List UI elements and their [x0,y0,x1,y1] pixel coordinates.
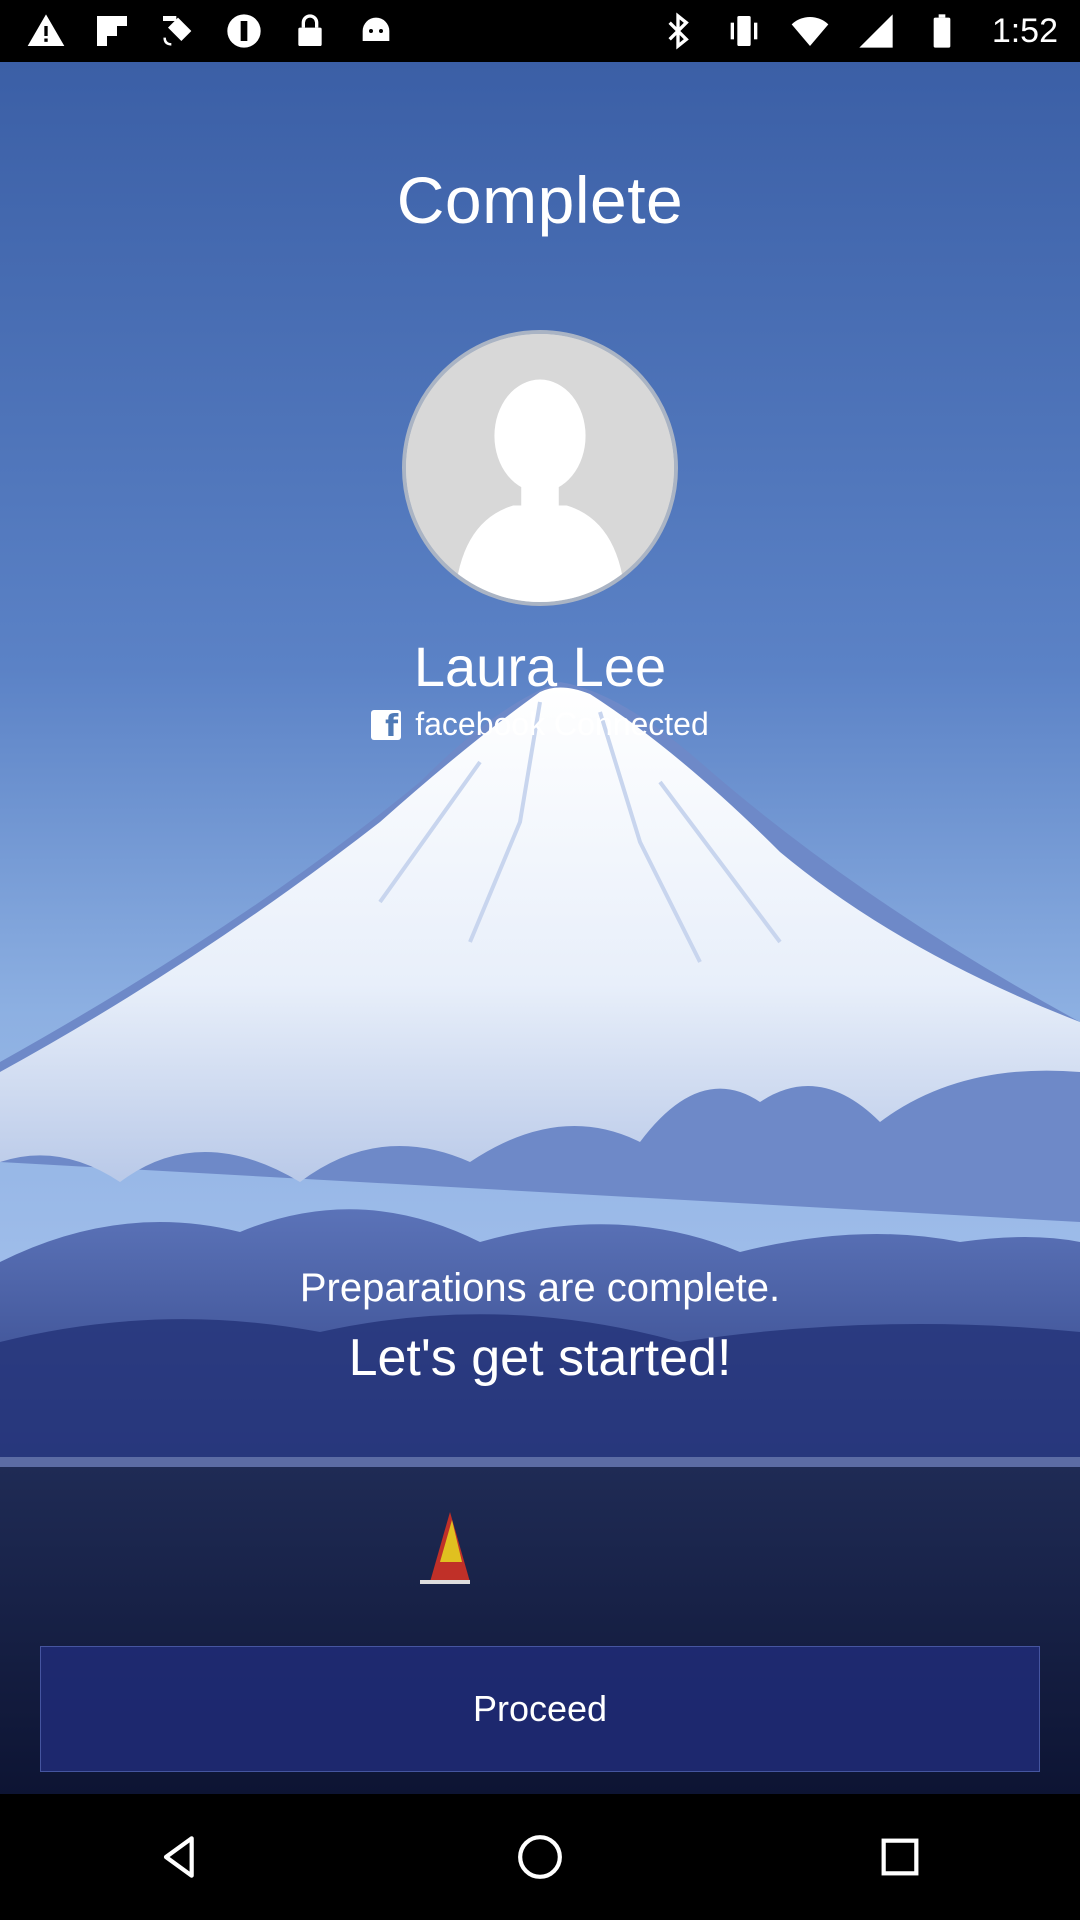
recents-icon[interactable] [860,1817,940,1897]
onboarding-complete-screen: Complete Laura Lee f facebook Connected … [0,62,1080,1794]
bluetooth-icon [656,9,700,53]
default-profile-icon [406,334,674,602]
avatar[interactable] [402,330,678,606]
android-icon [354,9,398,53]
status-right-icons: 1:52 [656,9,1058,53]
status-bar: 1:52 [0,0,1080,62]
user-name: Laura Lee [413,635,667,698]
info-icon [222,9,266,53]
get-started-message: Let's get started! [348,1329,732,1387]
page-title: Complete [396,163,684,237]
proceed-button[interactable]: Proceed [40,1646,1040,1772]
battery-icon [920,9,964,53]
fake-gps-icon [156,9,200,53]
facebook-status: f facebook Connected [0,706,1080,743]
preparations-message: Preparations are complete. [299,1266,781,1310]
wifi-icon [788,9,832,53]
mount-fuji-background [0,62,1080,1794]
warning-icon [24,9,68,53]
status-left-icons [24,9,398,53]
flipboard-icon [90,9,134,53]
lock-icon [288,9,332,53]
navigation-bar [0,1794,1080,1920]
home-icon[interactable] [500,1817,580,1897]
facebook-status-label: facebook Connected [415,706,709,742]
signal-icon [854,9,898,53]
facebook-icon: f [371,709,402,741]
vibrate-icon [722,9,766,53]
clock: 1:52 [991,11,1058,50]
back-icon[interactable] [140,1817,220,1897]
